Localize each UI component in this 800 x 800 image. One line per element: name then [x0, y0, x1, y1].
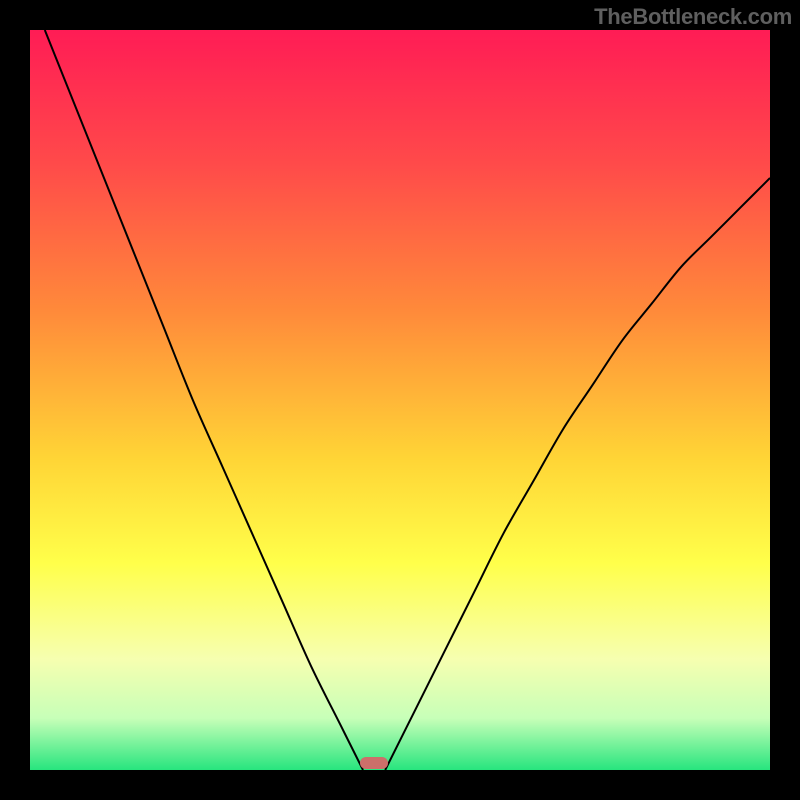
- bottleneck-curve: [30, 30, 770, 770]
- bottleneck-marker: [360, 757, 388, 769]
- plot-area: [30, 30, 770, 770]
- curve-left-branch: [45, 30, 363, 770]
- attribution-text: TheBottleneck.com: [594, 4, 792, 30]
- chart-frame: TheBottleneck.com: [0, 0, 800, 800]
- curve-right-branch: [385, 178, 770, 770]
